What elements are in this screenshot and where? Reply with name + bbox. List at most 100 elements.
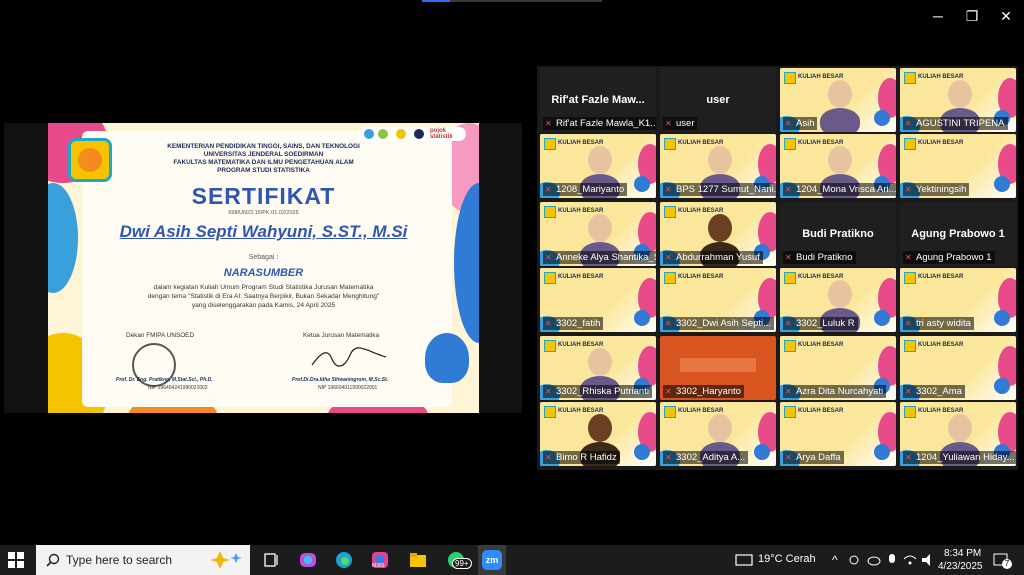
participant-label-text: Budi Pratikno [796, 252, 853, 263]
sign-left-name: Prof. Dr. Eng. Pratikno, M.Stat.Sci., Ph… [116, 377, 213, 383]
participant-label: ✕ 3302_fatih [543, 317, 604, 330]
participant-label: ✕ 3302_Luluk R [783, 317, 858, 330]
participant-tile[interactable]: KULIAH BESAR ✕ tri asty widita [900, 268, 1016, 332]
participant-label: ✕ 3302_Aditya A... [663, 451, 749, 464]
participant-tile[interactable]: Rif'at Fazle Maw... ✕ Rif'at Fazle Mawla_K… [540, 68, 656, 132]
ministry-line: KEMENTERIAN PENDIDIKAN TINGGI, SAINS, DA… [167, 143, 360, 150]
participant-tile[interactable]: KULIAH BESAR ✕ 3302_Rhiska Putrianti [540, 336, 656, 400]
participant-tile[interactable]: KULIAH BESAR ✕ 1208_Mariyanto [540, 134, 656, 198]
participant-tile[interactable]: ✕ 3302_Haryanto [660, 336, 776, 400]
participant-face [828, 80, 852, 108]
participant-tile[interactable]: KULIAH BESAR ✕ Abdurrahman Yusuf [660, 202, 776, 266]
whatsapp-app[interactable]: 99+ [446, 550, 472, 570]
decor-shape [874, 310, 890, 326]
wifi-icon[interactable] [902, 550, 922, 570]
zoom-app[interactable]: zm [478, 545, 506, 575]
muted-mic-icon: ✕ [545, 453, 552, 462]
whatsapp-badge: 99+ [452, 558, 472, 569]
file-explorer-icon[interactable] [408, 550, 428, 570]
minimize-icon[interactable]: ─ [926, 6, 950, 26]
banner-text: KULIAH BESAR [798, 140, 844, 146]
pojok-statistik-logo: pojok statistik [430, 128, 453, 140]
muted-mic-icon: ✕ [785, 119, 792, 128]
notification-center[interactable]: 7 [992, 551, 1012, 569]
participant-tile[interactable]: KULIAH BESAR ✕ 1204_Mona Vrisca Ari... [780, 134, 896, 198]
description-line: dalam kegiatan Kuliah Umum Program Studi… [153, 284, 374, 291]
participant-label-text: 3302_Dwi Asih Septi... [676, 318, 772, 329]
decor-shape [874, 110, 890, 126]
participant-tile[interactable]: KULIAH BESAR ✕ Bimo R Hafidz [540, 402, 656, 466]
participant-label: ✕ Budi Pratikno [783, 251, 856, 264]
participant-tile[interactable]: KULIAH BESAR ✕ BPS 1277 Sumut_Nani... [660, 134, 776, 198]
maximize-icon[interactable]: ❐ [960, 6, 984, 26]
participant-label: ✕ Azra Dita Nurcahyati [783, 385, 887, 398]
participant-label: ✕ 3302_Haryanto [663, 385, 744, 398]
recipient-name: Dwi Asih Septi Wahyuni, S.ST., M.Si [119, 222, 408, 241]
participant-label-text: Bimo R Hafidz [556, 452, 617, 463]
participant-label-text: 1204_Mona Vrisca Ari... [796, 184, 896, 195]
copilot-icon[interactable] [298, 550, 318, 570]
participant-tile[interactable]: KULIAH BESAR ✕ 3302_Ama [900, 336, 1016, 400]
cloud-icon[interactable] [866, 550, 886, 570]
participant-label: ✕ Arya Daffa [783, 451, 844, 464]
participant-label: ✕ 1204_Mona Vrisca Ari... [783, 183, 896, 196]
participant-body [820, 108, 860, 132]
muted-mic-icon: ✕ [905, 453, 912, 462]
sign-right-name: Prof.Dr.Dra.Idha Sihwaningrum, M.Sc.St. [292, 377, 389, 383]
window-titlebar: ─ ❐ ✕ [0, 0, 1024, 32]
weather-text[interactable]: 19°C Cerah [758, 553, 816, 565]
weather-icon[interactable] [734, 550, 754, 570]
participant-tile[interactable]: KULIAH BESAR ✕ 1204_Yuliawan Hiday... [900, 402, 1016, 466]
clock-time[interactable]: 8:34 PM [944, 548, 981, 559]
description-line: dengan tema "Statistik di Era AI: Saatny… [147, 293, 380, 300]
participant-label-text: user [676, 118, 695, 129]
speaker-muted-icon[interactable] [920, 550, 940, 570]
kuliah-logo-icon [904, 272, 916, 284]
participant-label-text: Asih [796, 118, 815, 129]
participant-tile[interactable]: KULIAH BESAR ✕ 3302_Luluk R [780, 268, 896, 332]
participant-face [828, 280, 852, 308]
program-line: PROGRAM STUDI STATISTIKA [217, 167, 310, 174]
clock-date[interactable]: 4/23/2025 [938, 561, 983, 572]
participant-label-text: Arya Daffa [796, 452, 841, 463]
participant-tile[interactable]: KULIAH BESAR ✕ Azra Dita Nurcahyati [780, 336, 896, 400]
decor-shape [634, 310, 650, 326]
decor-shape [994, 176, 1010, 192]
participant-label: ✕ AGUSTINI TRIPENA [903, 117, 1008, 130]
microphone-icon[interactable] [884, 550, 904, 570]
participant-tile[interactable]: KULIAH BESAR ✕ 3302_Dwi Asih Septi... [660, 268, 776, 332]
close-icon[interactable]: ✕ [994, 6, 1018, 26]
participant-tile[interactable]: KULIAH BESAR ✕ Arya Daffa [780, 402, 896, 466]
participant-name-display: Rif'at Fazle Maw... [551, 94, 645, 106]
muted-mic-icon: ✕ [905, 387, 912, 396]
participant-tile[interactable]: KULIAH BESAR ✕ Yektiningsih [900, 134, 1016, 198]
muted-mic-icon: ✕ [785, 253, 792, 262]
participant-gallery: Rif'at Fazle Maw... ✕ Rif'at Fazle Mawla_K… [537, 66, 1018, 470]
pen-icon[interactable] [846, 550, 866, 570]
participant-tile[interactable]: user ✕ user [660, 68, 776, 132]
participant-tile[interactable]: KULIAH BESAR ✕ AGUSTINI TRIPENA [900, 68, 1016, 132]
participant-tile[interactable]: KULIAH BESAR ✕ 3302_fatih [540, 268, 656, 332]
m365-app[interactable]: M365 [370, 550, 390, 570]
participant-label: ✕ 3302_Rhiska Putrianti [543, 385, 652, 398]
task-view-icon[interactable] [262, 550, 282, 570]
participant-tile[interactable]: KULIAH BESAR ✕ 3302_Aditya A... [660, 402, 776, 466]
muted-mic-icon: ✕ [665, 253, 672, 262]
participant-tile[interactable]: Agung Prabowo 1 ✕ Agung Prabowo 1 [900, 202, 1016, 266]
shared-slide [680, 358, 756, 372]
participant-tile[interactable]: Budi Pratikno ✕ Budi Pratikno [780, 202, 896, 266]
sign-right-title: Ketua Jurusan Matematika [303, 332, 380, 339]
university-line: UNIVERSITAS JENDERAL SOEDIRMAN [203, 151, 324, 158]
edge-icon[interactable] [334, 550, 354, 570]
tab-indicator [450, 0, 602, 2]
participant-label: ✕ Yektiningsih [903, 183, 970, 196]
windows-start-icon[interactable] [8, 552, 28, 572]
taskbar-search[interactable]: Type here to search [36, 545, 250, 575]
participant-tile[interactable]: KULIAH BESAR ✕ Anneke Alya Shantika_St... [540, 202, 656, 266]
banner-text: KULIAH BESAR [678, 208, 724, 214]
banner-text: KULIAH BESAR [918, 74, 964, 80]
participant-face [708, 414, 732, 442]
chevron-up-icon[interactable]: ^ [832, 553, 838, 567]
participant-tile[interactable]: KULIAH BESAR ✕ Asih [780, 68, 896, 132]
logo-icon [364, 129, 374, 139]
